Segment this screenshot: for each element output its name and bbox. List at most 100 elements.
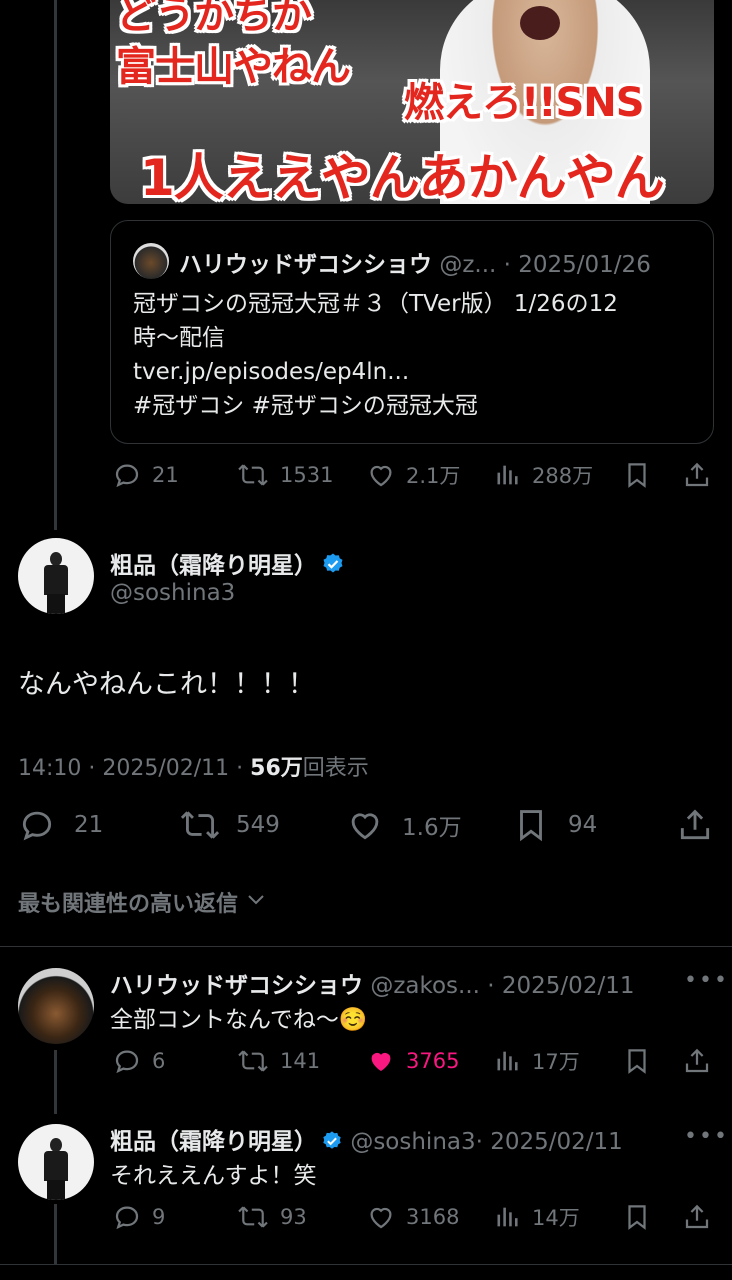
main-author-name[interactable]: 粗品（霜降り明星） bbox=[110, 546, 345, 582]
reply-1-more-button[interactable]: ••• bbox=[684, 968, 729, 993]
divider-bottom bbox=[0, 1264, 732, 1265]
share-icon bbox=[676, 806, 714, 844]
reply-2-reply-button[interactable]: 9 bbox=[112, 1202, 165, 1232]
quoted-date: · 2025/01/26 bbox=[503, 252, 651, 278]
reply-icon bbox=[18, 806, 56, 844]
tweet-timestamp[interactable]: 14:10 · 2025/02/11 · bbox=[18, 756, 250, 781]
reply-2-bookmark-button[interactable] bbox=[622, 1202, 652, 1232]
reply-1-share-button[interactable] bbox=[682, 1046, 712, 1076]
reply-sort-label: 最も関連性の高い返信 bbox=[18, 892, 239, 917]
avatar-figure bbox=[44, 1138, 68, 1200]
main-repost-button[interactable]: 549 bbox=[178, 806, 280, 844]
reply-2-date: · 2025/02/11 bbox=[475, 1129, 623, 1155]
thumbnail-mouth bbox=[520, 6, 560, 40]
verified-badge-icon bbox=[321, 1130, 343, 1158]
quoted-tweet-card[interactable]: ハリウッドザコシショウ @z... · 2025/01/26 冠ザコシの冠冠大冠… bbox=[110, 220, 714, 444]
avatar-figure bbox=[44, 552, 68, 614]
reply-2-views-count: 14万 bbox=[532, 1206, 580, 1230]
reply-icon bbox=[112, 1202, 142, 1232]
heart-icon bbox=[366, 460, 396, 490]
repost-icon bbox=[236, 1046, 270, 1076]
thread-line-reply bbox=[54, 1050, 57, 1114]
divider bbox=[0, 946, 732, 947]
main-like-button[interactable]: 1.6万 bbox=[346, 806, 462, 844]
reply-2-avatar[interactable] bbox=[18, 1124, 94, 1200]
bookmark-icon bbox=[512, 806, 550, 844]
reply-icon bbox=[112, 1046, 142, 1076]
heart-filled-icon bbox=[366, 1046, 396, 1076]
tweet-meta: 14:10 · 2025/02/11 · 56万回表示 bbox=[18, 750, 369, 782]
view-count: 56万 bbox=[250, 756, 303, 781]
views-button[interactable]: 288万 bbox=[494, 460, 593, 490]
share-button[interactable] bbox=[682, 460, 712, 490]
repost-icon bbox=[236, 1202, 270, 1232]
bookmark-icon bbox=[622, 1202, 652, 1232]
reply-2-author-handle[interactable]: @soshina3 bbox=[350, 1129, 475, 1155]
reply-1-reply-button[interactable]: 6 bbox=[112, 1046, 165, 1076]
like-button[interactable]: 2.1万 bbox=[366, 460, 460, 490]
bookmark-icon bbox=[622, 460, 652, 490]
main-share-button[interactable] bbox=[676, 806, 714, 844]
reply-1-like-button[interactable]: 3765 bbox=[366, 1046, 459, 1076]
share-icon bbox=[682, 1202, 712, 1232]
main-author-name-text: 粗品（霜降り明星） bbox=[110, 553, 317, 579]
reply-2-more-button[interactable]: ••• bbox=[684, 1124, 729, 1149]
reply-2-like-count: 3168 bbox=[406, 1205, 460, 1229]
bookmark-button[interactable] bbox=[622, 460, 652, 490]
reply-2-repost-button[interactable]: 93 bbox=[236, 1202, 307, 1232]
main-repost-count: 549 bbox=[236, 812, 280, 838]
main-reply-button[interactable]: 21 bbox=[18, 806, 103, 844]
thumbnail-caption-2: 富士山やねん bbox=[116, 44, 351, 90]
views-count: 288万 bbox=[532, 464, 594, 488]
reply-1-views-count: 17万 bbox=[532, 1050, 580, 1074]
thumbnail-caption-3: 燃えろ!!SNS bbox=[404, 80, 645, 126]
reply-2-repost-count: 93 bbox=[280, 1205, 307, 1229]
more-icon: ••• bbox=[684, 1124, 729, 1149]
quoted-author-name[interactable]: ハリウッドザコシショウ bbox=[179, 252, 432, 278]
main-tweet-text: なんやねんこれ！！！！ bbox=[18, 669, 315, 700]
reply-1-repost-button[interactable]: 141 bbox=[236, 1046, 320, 1076]
reply-2-header: 粗品（霜降り明星） @soshina3· 2025/02/11 bbox=[110, 1122, 623, 1158]
reply-2-share-button[interactable] bbox=[682, 1202, 712, 1232]
repost-icon bbox=[236, 460, 270, 490]
repost-button[interactable]: 1531 bbox=[236, 460, 333, 490]
reply-button[interactable]: 21 bbox=[112, 460, 179, 490]
reply-2-like-button[interactable]: 3168 bbox=[366, 1202, 459, 1232]
reply-1-date: · 2025/02/11 bbox=[487, 973, 635, 999]
thread-line-reply-2 bbox=[54, 1204, 57, 1264]
share-icon bbox=[682, 1046, 712, 1076]
reply-1-repost-count: 141 bbox=[280, 1049, 321, 1073]
chevron-down-icon bbox=[244, 887, 268, 917]
reply-1-like-count: 3765 bbox=[406, 1049, 460, 1073]
bookmark-icon bbox=[622, 1046, 652, 1076]
quoted-author-handle[interactable]: @z... bbox=[439, 252, 496, 278]
main-author-handle[interactable]: @soshina3 bbox=[110, 580, 235, 606]
reply-1-views-button[interactable]: 17万 bbox=[494, 1046, 580, 1076]
main-like-count: 1.6万 bbox=[402, 815, 462, 841]
like-count: 2.1万 bbox=[406, 464, 461, 488]
reply-2-views-button[interactable]: 14万 bbox=[494, 1202, 580, 1232]
quoted-header: ハリウッドザコシショウ @z... · 2025/01/26 bbox=[179, 245, 651, 279]
reply-1-bookmark-button[interactable] bbox=[622, 1046, 652, 1076]
heart-icon bbox=[366, 1202, 396, 1232]
quoted-avatar[interactable] bbox=[133, 243, 169, 279]
reply-1-text: 全部コントなんでね〜☺️ bbox=[110, 1007, 368, 1033]
reply-1-author-name[interactable]: ハリウッドザコシショウ bbox=[110, 973, 363, 999]
reply-1-author-handle[interactable]: @zakos... bbox=[370, 973, 480, 999]
heart-icon bbox=[346, 806, 384, 844]
reply-icon bbox=[112, 460, 142, 490]
more-icon: ••• bbox=[684, 968, 729, 993]
reply-sort-dropdown[interactable]: 最も関連性の高い返信 bbox=[18, 886, 268, 918]
repost-icon bbox=[178, 806, 222, 844]
main-bookmark-count: 94 bbox=[568, 812, 598, 838]
views-icon bbox=[494, 1202, 522, 1232]
main-bookmark-button[interactable]: 94 bbox=[512, 806, 597, 844]
reply-2-author-name[interactable]: 粗品（霜降り明星） bbox=[110, 1129, 317, 1155]
thumbnail-caption-4: 1人ええやんあかんやん bbox=[140, 149, 665, 204]
repost-count: 1531 bbox=[280, 463, 334, 487]
views-icon bbox=[494, 1046, 522, 1076]
reply-2-reply-count: 9 bbox=[152, 1205, 166, 1229]
reply-1-avatar[interactable] bbox=[18, 968, 94, 1044]
video-thumbnail[interactable]: どうかちか 富士山やねん 燃えろ!!SNS 1人ええやんあかんやん bbox=[110, 0, 714, 204]
main-author-avatar[interactable] bbox=[18, 538, 94, 614]
